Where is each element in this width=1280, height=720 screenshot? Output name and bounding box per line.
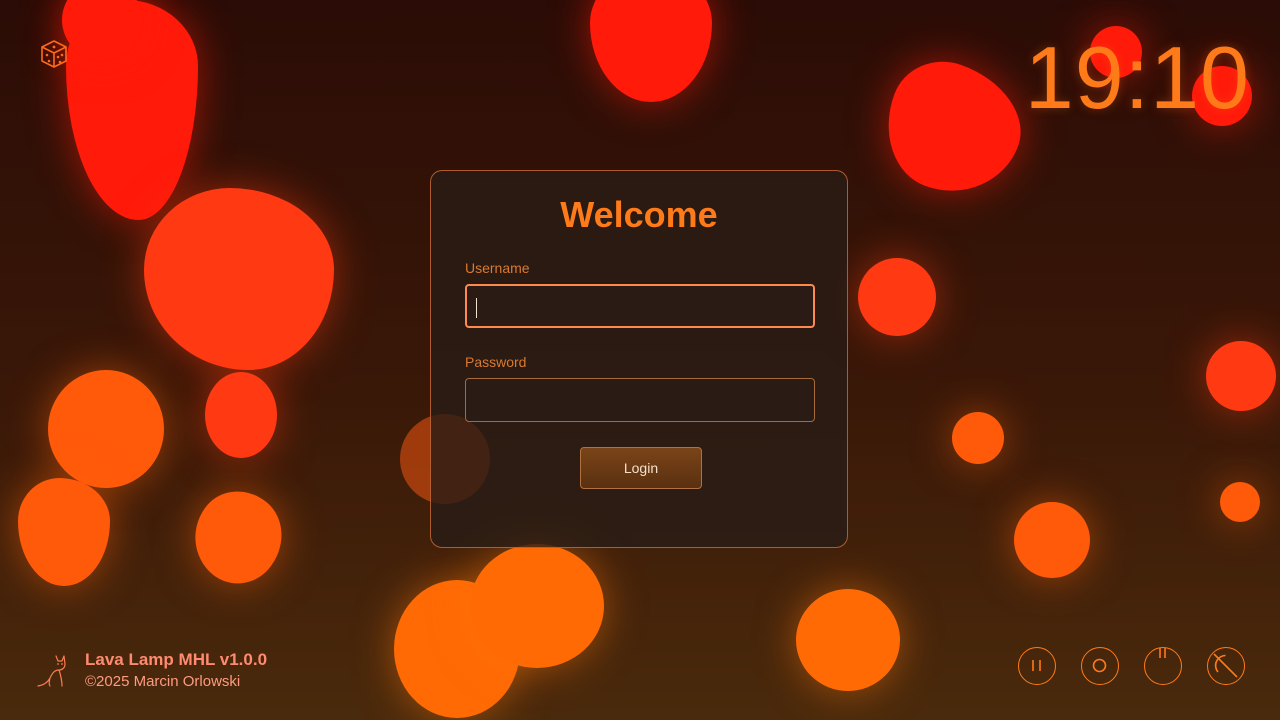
lava-blob [144, 188, 334, 370]
reboot-icon [1213, 653, 1238, 678]
lava-blob [1206, 341, 1276, 411]
lava-blob [1014, 502, 1090, 578]
app-name: Lava Lamp MHL v1.0.0 [85, 650, 268, 669]
cat-icon [37, 655, 66, 687]
lava-blob [590, 0, 712, 102]
pause-icon [1032, 660, 1041, 671]
lava-blob [796, 589, 900, 691]
stop-button[interactable] [1081, 647, 1119, 685]
power-button[interactable] [1144, 646, 1182, 685]
login-title: Welcome [560, 194, 718, 235]
lava-blob [868, 46, 1038, 212]
lava-blob [858, 258, 936, 336]
lava-blob [952, 412, 1004, 464]
copyright: ©2025 Marcin Orlowski [85, 673, 241, 690]
text-caret [476, 298, 477, 318]
lava-blob [175, 474, 301, 600]
power-icon [1159, 646, 1166, 658]
reboot-button[interactable] [1207, 647, 1245, 685]
username-label: Username [465, 260, 530, 276]
login-panel: Welcome Username Password Login [430, 170, 848, 548]
pause-button[interactable] [1018, 647, 1056, 685]
lava-blob [48, 370, 164, 488]
stop-icon [1092, 658, 1107, 673]
lava-blob [18, 478, 110, 586]
dice-icon[interactable] [38, 38, 70, 70]
clock: 19:10 [1024, 28, 1250, 127]
lava-blob [205, 372, 277, 458]
password-field[interactable] [465, 378, 815, 422]
username-field[interactable] [465, 284, 815, 328]
lava-blob [470, 544, 604, 668]
lava-blob [1220, 482, 1260, 522]
login-button[interactable]: Login [580, 447, 702, 489]
password-label: Password [465, 354, 527, 370]
